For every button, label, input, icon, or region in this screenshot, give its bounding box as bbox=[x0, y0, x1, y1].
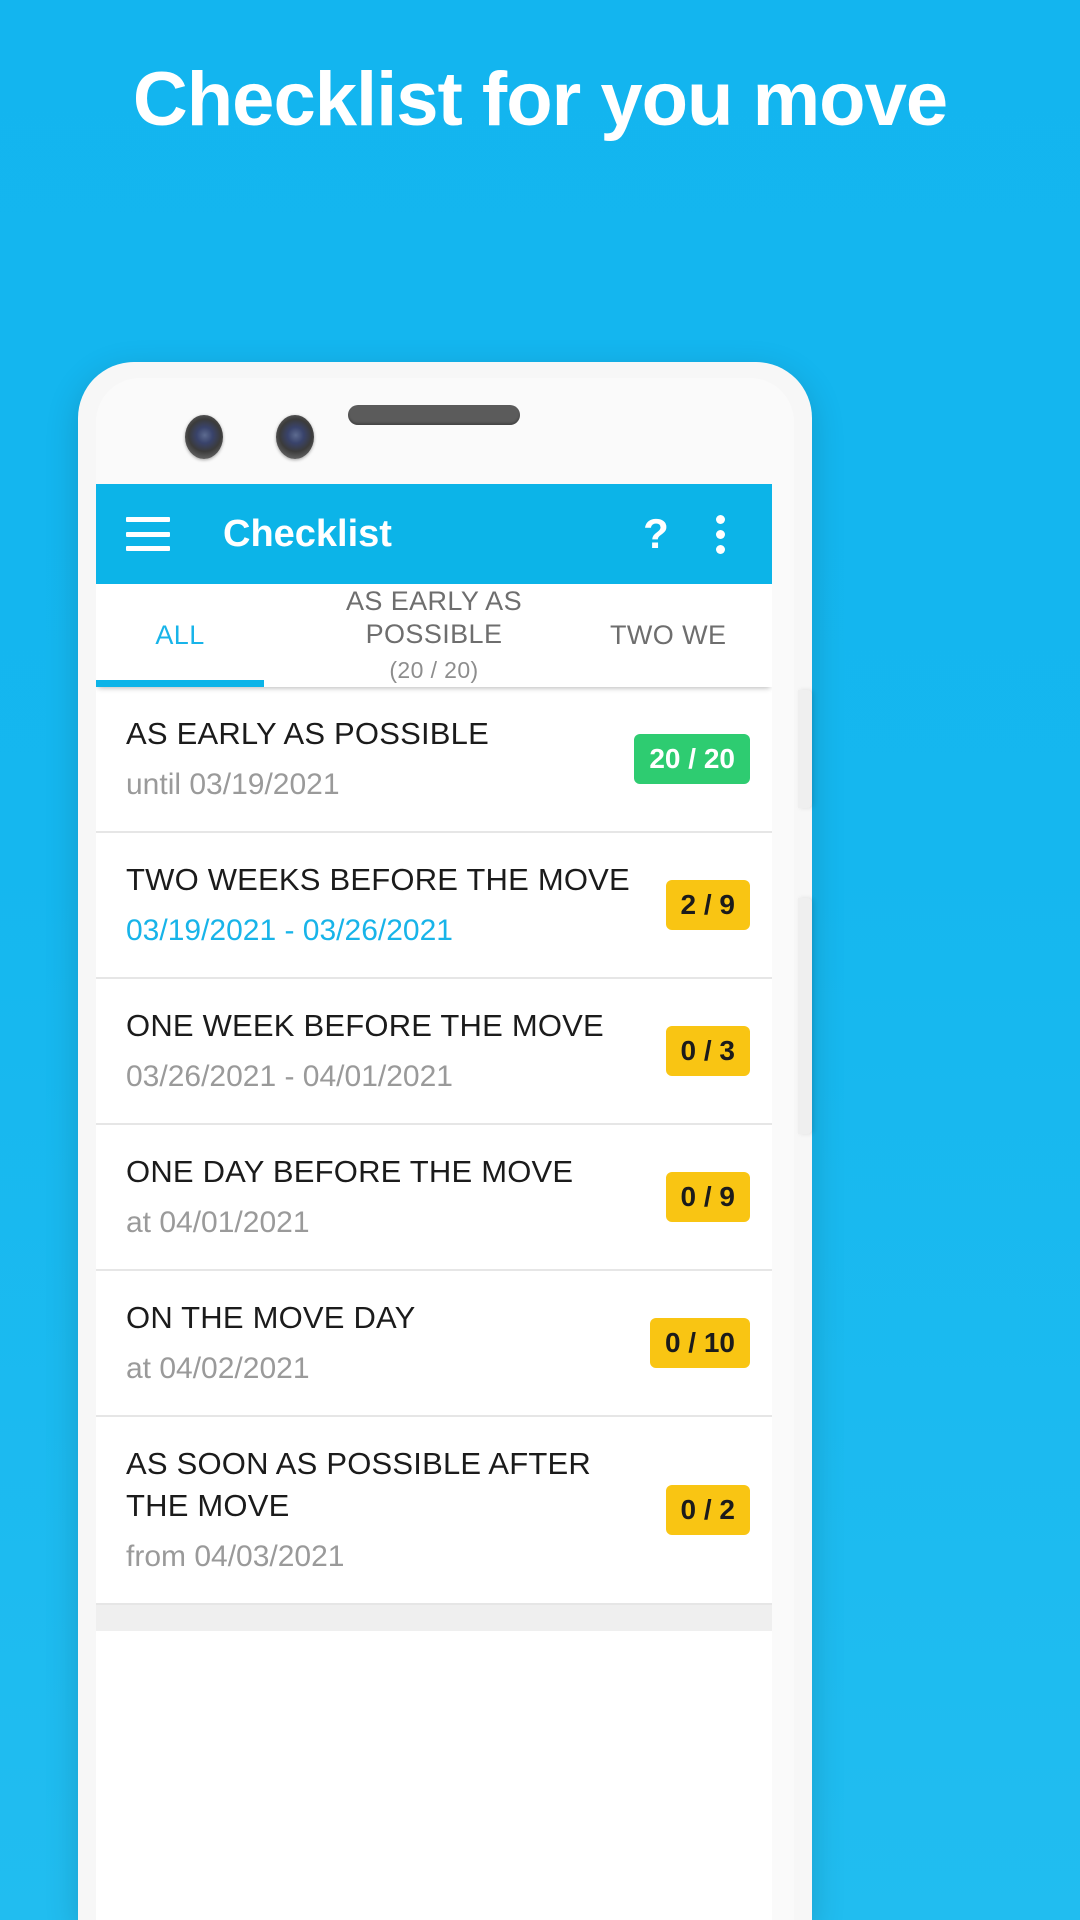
front-camera-icon bbox=[185, 415, 223, 459]
earpiece-speaker-icon bbox=[348, 405, 520, 425]
list-item[interactable]: AS EARLY AS POSSIBLE until 03/19/2021 20… bbox=[96, 687, 772, 833]
status-badge: 2 / 9 bbox=[665, 880, 750, 930]
list-item-date: from 04/03/2021 bbox=[126, 1540, 345, 1573]
list-item-date: at 04/01/2021 bbox=[126, 1206, 310, 1239]
list-item-date: until 03/19/2021 bbox=[126, 768, 340, 801]
app-screen: Checklist ? ALL AS EARLY AS POSSIBLE (20… bbox=[96, 484, 772, 1920]
list-item-text: ON THE MOVE DAY at 04/02/2021 bbox=[126, 1271, 634, 1415]
status-badge: 20 / 20 bbox=[634, 734, 750, 784]
promo-headline: Checklist for you move bbox=[132, 57, 948, 142]
front-camera-secondary-icon bbox=[276, 415, 314, 459]
list-item-title: ONE DAY BEFORE THE MOVE bbox=[126, 1154, 574, 1189]
hamburger-menu-icon[interactable] bbox=[126, 517, 170, 551]
list-item-title: TWO WEEKS BEFORE THE MOVE bbox=[126, 862, 630, 897]
list-item-title: ON THE MOVE DAY bbox=[126, 1300, 416, 1335]
tab-all[interactable]: ALL bbox=[96, 619, 264, 652]
list-bottom-strip bbox=[96, 1605, 772, 1631]
list-item-title: ONE WEEK BEFORE THE MOVE bbox=[126, 1008, 604, 1043]
list-item-title: AS SOON AS POSSIBLE AFTER THE MOVE bbox=[126, 1446, 591, 1523]
tab-bar: ALL AS EARLY AS POSSIBLE (20 / 20) TWO W… bbox=[96, 584, 772, 687]
list-item-text: ONE WEEK BEFORE THE MOVE 03/26/2021 - 04… bbox=[126, 979, 650, 1123]
checklist-list: AS EARLY AS POSSIBLE until 03/19/2021 20… bbox=[96, 687, 772, 1631]
list-item-text: AS EARLY AS POSSIBLE until 03/19/2021 bbox=[126, 687, 618, 831]
list-item-date: 03/19/2021 - 03/26/2021 bbox=[126, 914, 453, 947]
status-badge: 0 / 3 bbox=[665, 1026, 750, 1076]
list-item[interactable]: ON THE MOVE DAY at 04/02/2021 0 / 10 bbox=[96, 1271, 772, 1417]
help-icon[interactable]: ? bbox=[630, 510, 682, 558]
list-item-date: at 04/02/2021 bbox=[126, 1352, 310, 1385]
list-item[interactable]: AS SOON AS POSSIBLE AFTER THE MOVE from … bbox=[96, 1417, 772, 1605]
list-item-title: AS EARLY AS POSSIBLE bbox=[126, 716, 489, 751]
status-badge: 0 / 9 bbox=[665, 1172, 750, 1222]
tab-all-label: ALL bbox=[155, 620, 205, 650]
power-button[interactable] bbox=[798, 898, 812, 1134]
list-item[interactable]: TWO WEEKS BEFORE THE MOVE 03/19/2021 - 0… bbox=[96, 833, 772, 979]
tab-as-early-as-possible-label: AS EARLY AS POSSIBLE bbox=[346, 585, 522, 649]
tab-as-early-as-possible[interactable]: AS EARLY AS POSSIBLE (20 / 20) bbox=[264, 585, 604, 687]
list-item-date: 03/26/2021 - 04/01/2021 bbox=[126, 1060, 453, 1093]
list-item-text: TWO WEEKS BEFORE THE MOVE 03/19/2021 - 0… bbox=[126, 833, 650, 977]
list-item[interactable]: ONE DAY BEFORE THE MOVE at 04/01/2021 0 … bbox=[96, 1125, 772, 1271]
list-item[interactable]: ONE WEEK BEFORE THE MOVE 03/26/2021 - 04… bbox=[96, 979, 772, 1125]
status-badge: 0 / 2 bbox=[665, 1485, 750, 1535]
app-bar: Checklist ? bbox=[96, 484, 772, 584]
status-badge: 0 / 10 bbox=[649, 1318, 750, 1368]
tab-as-early-as-possible-count: (20 / 20) bbox=[389, 656, 479, 683]
list-item-text: AS SOON AS POSSIBLE AFTER THE MOVE from … bbox=[126, 1417, 650, 1603]
overflow-menu-icon[interactable] bbox=[694, 514, 746, 554]
tab-two-weeks-label: TWO WE bbox=[610, 620, 727, 650]
list-item-text: ONE DAY BEFORE THE MOVE at 04/01/2021 bbox=[126, 1125, 650, 1269]
tab-active-indicator bbox=[96, 680, 264, 687]
app-bar-title: Checklist bbox=[223, 512, 392, 555]
tab-two-weeks[interactable]: TWO WE bbox=[604, 619, 772, 652]
volume-button[interactable] bbox=[798, 690, 812, 808]
